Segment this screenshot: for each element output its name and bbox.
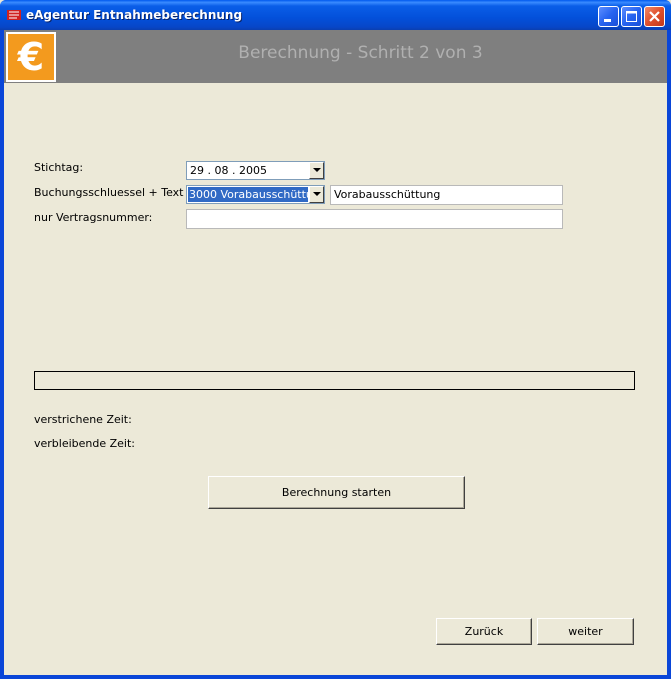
step-title: Berechnung - Schritt 2 von 3 [238, 43, 483, 63]
title-bar[interactable]: eAgentur Entnahmeberechnung [0, 0, 671, 30]
app-window: eAgentur Entnahmeberechnung € Berechnung… [0, 0, 671, 679]
next-button[interactable]: weiter [537, 618, 634, 645]
dialog-client-area: € Berechnung - Schritt 2 von 3 Stichtag:… [4, 30, 667, 675]
progress-bar [34, 371, 635, 390]
buchung-dropdown-button[interactable] [309, 186, 324, 203]
app-icon [6, 8, 22, 22]
close-icon [649, 11, 660, 22]
buchung-value: 3000 Vorabausschüttung [188, 187, 308, 202]
minimize-icon [604, 19, 611, 22]
close-button[interactable] [644, 6, 665, 27]
chevron-down-icon [313, 168, 321, 172]
elapsed-time-label: verstrichene Zeit: [34, 413, 132, 426]
buchung-select[interactable]: 3000 Vorabausschüttung [186, 185, 325, 204]
back-button[interactable]: Zurück [436, 618, 532, 645]
buchung-text-value: Vorabausschüttung [334, 188, 441, 201]
vertrag-input[interactable] [186, 209, 563, 229]
remaining-time-label: verbleibende Zeit: [34, 437, 136, 450]
stichtag-label: Stichtag: [34, 161, 84, 174]
minimize-button[interactable] [598, 6, 619, 27]
start-calculation-button[interactable]: Berechnung starten [208, 476, 465, 509]
stichtag-dropdown-button[interactable] [309, 162, 324, 179]
window-title: eAgentur Entnahmeberechnung [26, 8, 243, 22]
maximize-button[interactable] [621, 6, 642, 27]
maximize-icon [626, 11, 637, 22]
buchung-text-field[interactable]: Vorabausschüttung [330, 185, 563, 205]
vertrag-label: nur Vertragsnummer: [34, 211, 153, 224]
chevron-down-icon [313, 192, 321, 196]
stichtag-date-picker[interactable]: 29 . 08 . 2005 [186, 161, 325, 180]
step-header: € Berechnung - Schritt 2 von 3 [4, 30, 667, 83]
stichtag-value: 29 . 08 . 2005 [190, 164, 267, 177]
buchung-label: Buchungsschluessel + Text [34, 186, 184, 199]
